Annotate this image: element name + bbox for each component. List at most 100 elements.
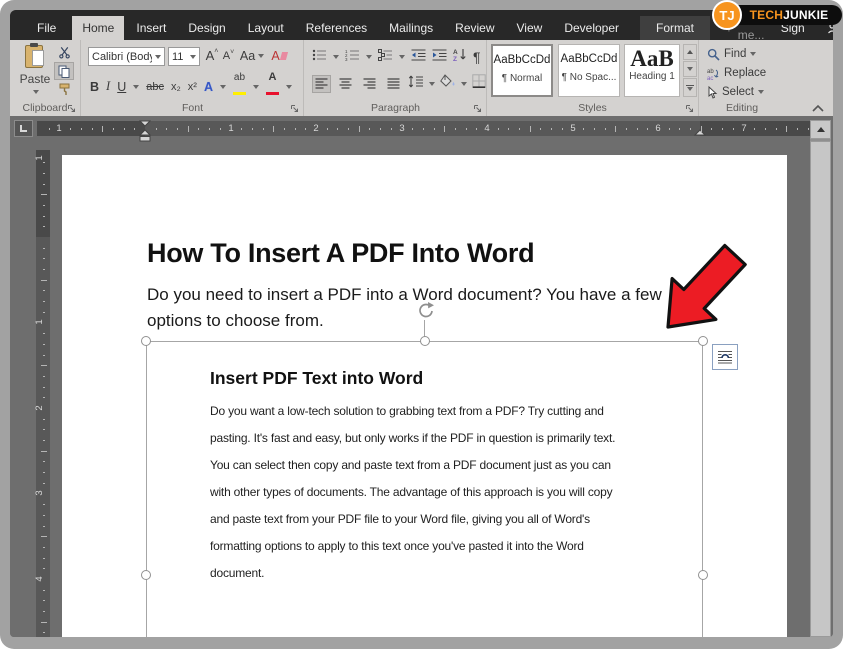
shading-caret[interactable] [461,82,467,86]
more-caret-icon [687,87,693,91]
copy-button[interactable] [54,62,74,80]
font-dialog-launcher[interactable] [290,104,300,114]
scrollbar-thumb[interactable] [810,141,831,637]
font-name-combo[interactable]: Calibri (Body) [88,47,165,66]
cut-icon [58,46,71,59]
style-normal[interactable]: AaBbCcDd ¶ Normal [491,44,553,97]
ruler-tick [43,568,45,569]
styles-scroll-up-button[interactable] [683,44,697,60]
tab-home[interactable]: Home [72,16,124,40]
highlight-caret[interactable] [253,85,259,89]
paragraph-row-1: 123 AZ ¶ [312,48,481,66]
line-spacing-caret[interactable] [429,82,435,86]
tab-developer[interactable]: Developer [554,16,629,40]
tab-stop-selector[interactable] [14,120,33,137]
tab-view[interactable]: View [507,16,553,40]
bullets-button[interactable] [312,48,327,66]
italic-button[interactable]: I [106,79,110,94]
tab-insert[interactable]: Insert [126,16,176,40]
subscript-button[interactable]: x₂ [171,81,181,93]
superscript-button[interactable]: x² [188,81,197,93]
justify-button[interactable] [384,75,403,93]
ruler-tick [359,126,360,132]
copy-icon [58,65,70,78]
highlight-button[interactable]: ab [233,73,246,100]
change-case-button[interactable]: Aa [240,46,264,65]
paragraph-dialog-launcher[interactable] [473,104,483,114]
grow-font-button[interactable]: A˄ [204,46,220,65]
ruler-tick [43,461,45,462]
tab-design[interactable]: Design [178,16,235,40]
paste-button[interactable]: Paste [18,44,52,100]
horizontal-ruler[interactable]: 1 1 2 3 4 5 6 7 [37,121,818,136]
sort-button[interactable]: AZ [453,48,467,66]
vertical-ruler[interactable]: 1 1 2 3 4 [36,150,50,637]
ruler-tick [43,397,45,398]
layout-options-button[interactable] [712,344,738,370]
tab-references[interactable]: References [296,16,377,40]
tab-mailings[interactable]: Mailings [379,16,443,40]
ruler-tick [594,128,595,130]
show-marks-button[interactable]: ¶ [473,49,481,65]
shading-button[interactable] [440,74,456,93]
resize-handle-top-left[interactable] [141,336,151,346]
h-ruler-number: 6 [655,123,660,134]
decrease-indent-button[interactable] [411,48,426,66]
scroll-up-button[interactable] [810,120,831,139]
borders-button[interactable] [472,74,486,93]
numbering-caret[interactable] [366,55,372,59]
svg-text:A: A [453,49,458,56]
styles-dialog-launcher[interactable] [685,104,695,114]
hanging-indent-marker[interactable] [139,129,151,142]
style-heading1[interactable]: AaB Heading 1 [624,44,680,97]
font-size-combo[interactable]: 11 [168,47,200,66]
numbering-button[interactable]: 123 [345,48,360,66]
ruler-tick [43,429,45,430]
tab-layout[interactable]: Layout [238,16,294,40]
clear-formatting-button[interactable]: A [270,46,288,65]
tab-file[interactable]: File [23,16,70,40]
underline-caret[interactable] [133,85,139,89]
cut-button[interactable] [54,44,74,61]
align-right-button[interactable] [360,75,379,93]
select-button[interactable]: Select [707,83,764,101]
resize-handle-middle-left[interactable] [141,570,151,580]
find-button[interactable]: Find [707,45,756,63]
styles-more-button[interactable] [683,78,697,97]
embed-line: with other types of documents. The advan… [210,485,650,512]
align-center-button[interactable] [336,75,355,93]
font-color-button[interactable]: A [266,73,279,100]
multilevel-caret[interactable] [399,55,405,59]
collapse-ribbon-button[interactable] [811,103,825,113]
ruler-tick [113,128,114,130]
ruler-tick [43,216,45,217]
first-line-indent-marker[interactable] [139,120,151,127]
font-color-caret[interactable] [286,85,292,89]
resize-handle-top-middle[interactable] [420,336,430,346]
tab-review[interactable]: Review [445,16,504,40]
increase-indent-button[interactable] [432,48,447,66]
align-left-button[interactable] [312,75,331,93]
text-effects-button[interactable]: A [204,80,213,94]
ruler-tick [188,126,189,132]
style-no-spacing[interactable]: AaBbCcDd ¶ No Spac... [558,44,620,97]
shrink-font-button[interactable]: A˅ [221,46,236,65]
underline-button[interactable]: U [117,80,126,94]
bullets-caret[interactable] [333,55,339,59]
ruler-tick [43,526,45,527]
line-spacing-icon [408,75,424,88]
replace-button[interactable]: abac Replace [707,64,766,82]
rotation-handle[interactable] [416,301,436,321]
strikethrough-button[interactable]: abc [146,81,164,93]
ruler-tick [43,440,45,441]
clipboard-dialog-launcher[interactable] [67,104,77,114]
styles-scroll-down-button[interactable] [683,61,697,77]
bold-button[interactable]: B [90,80,99,94]
ruler-tick [476,128,477,130]
resize-handle-middle-right[interactable] [698,570,708,580]
text-effects-caret[interactable] [220,85,226,89]
multilevel-list-button[interactable] [378,48,393,66]
format-painter-button[interactable] [54,81,74,98]
tab-format[interactable]: Format [640,16,710,40]
line-spacing-button[interactable] [408,75,424,93]
